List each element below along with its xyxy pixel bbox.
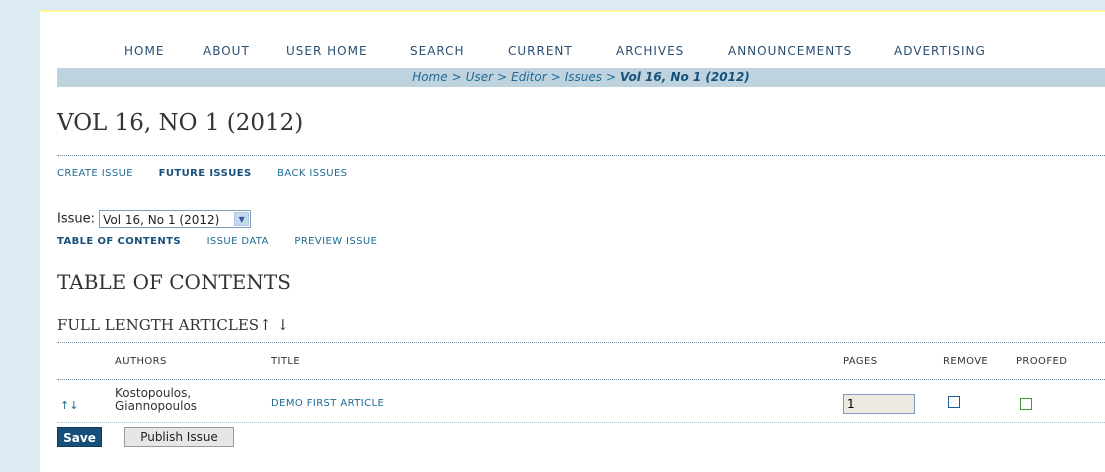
chevron-down-icon[interactable]: ▼	[234, 212, 250, 226]
back-issues-link[interactable]: BACK ISSUES	[277, 168, 347, 179]
tab-table-of-contents[interactable]: TABLE OF CONTENTS	[57, 236, 181, 247]
breadcrumb-separator: >	[550, 70, 561, 84]
tab-preview-issue[interactable]: PREVIEW ISSUE	[294, 236, 377, 247]
main-nav: HOME ABOUT USER HOME SEARCH CURRENT ARCH…	[40, 44, 1105, 60]
breadcrumb-separator: >	[451, 70, 462, 84]
breadcrumb-home[interactable]: Home	[412, 70, 447, 84]
divider	[57, 155, 1105, 156]
nav-home[interactable]: HOME	[124, 44, 164, 58]
breadcrumb-separator: >	[605, 70, 617, 84]
tab-issue-data[interactable]: ISSUE DATA	[207, 236, 269, 247]
issue-selector-row: Issue: Vol 16, No 1 (2012) ▼	[57, 210, 252, 228]
future-issues-link[interactable]: FUTURE ISSUES	[159, 168, 252, 179]
col-pages-header: PAGES	[843, 356, 878, 367]
breadcrumb-editor[interactable]: Editor	[511, 70, 547, 84]
nav-advertising[interactable]: ADVERTISING	[894, 44, 986, 58]
col-remove-header: REMOVE	[943, 356, 989, 367]
issue-select-value: Vol 16, No 1 (2012)	[103, 213, 220, 227]
article-title-link[interactable]: DEMO FIRST ARTICLE	[271, 398, 384, 409]
save-button[interactable]: Save	[57, 427, 102, 447]
col-title-header: TITLE	[271, 356, 301, 367]
nav-current[interactable]: CURRENT	[508, 44, 573, 58]
page-title: VOL 16, NO 1 (2012)	[57, 110, 304, 136]
breadcrumb-current[interactable]: Vol 16, No 1 (2012)	[620, 70, 750, 84]
nav-about[interactable]: ABOUT	[203, 44, 250, 58]
nav-user-home[interactable]: USER HOME	[286, 44, 368, 58]
divider	[57, 342, 1105, 343]
col-authors-header: AUTHORS	[115, 356, 167, 367]
nav-archives[interactable]: ARCHIVES	[616, 44, 684, 58]
page: HOME ABOUT USER HOME SEARCH CURRENT ARCH…	[40, 10, 1105, 472]
section-title: FULL LENGTH ARTICLES	[57, 316, 260, 334]
divider	[57, 422, 1105, 423]
divider	[57, 379, 1105, 380]
issue-tabs: TABLE OF CONTENTS ISSUE DATA PREVIEW ISS…	[57, 236, 399, 247]
article-authors: Kostopoulos, Giannopoulos	[115, 387, 197, 413]
section-move-up-icon[interactable]: ↑	[259, 316, 272, 334]
toc-heading: TABLE OF CONTENTS	[57, 270, 291, 294]
breadcrumb-user[interactable]: User	[466, 70, 493, 84]
author-line: Giannopoulos	[115, 399, 198, 413]
issue-management-links: CREATE ISSUE FUTURE ISSUES BACK ISSUES	[57, 168, 369, 179]
nav-search[interactable]: SEARCH	[410, 44, 465, 58]
section-move-down-icon[interactable]: ↓	[276, 316, 289, 334]
col-proofed-header: PROOFED	[1016, 356, 1068, 367]
move-arrows-icon[interactable]: ↑↓	[60, 399, 78, 412]
nav-announcements[interactable]: ANNOUNCEMENTS	[728, 44, 852, 58]
pages-input[interactable]: 1	[843, 394, 915, 414]
create-issue-link[interactable]: CREATE ISSUE	[57, 168, 133, 179]
breadcrumb-issues[interactable]: Issues	[565, 70, 602, 84]
section-heading: FULL LENGTH ARTICLES↑ ↓	[57, 316, 289, 334]
breadcrumb-separator: >	[497, 70, 508, 84]
proofed-checkbox[interactable]	[1020, 398, 1032, 410]
breadcrumb: Home > User > Editor > Issues > Vol 16, No 1 (20…	[57, 68, 1105, 87]
top-accent-line	[40, 10, 1105, 12]
publish-issue-button[interactable]: Publish Issue	[124, 427, 234, 447]
issue-label: Issue:	[57, 211, 95, 227]
remove-checkbox[interactable]	[948, 396, 960, 408]
issue-select[interactable]: Vol 16, No 1 (2012) ▼	[99, 210, 252, 228]
